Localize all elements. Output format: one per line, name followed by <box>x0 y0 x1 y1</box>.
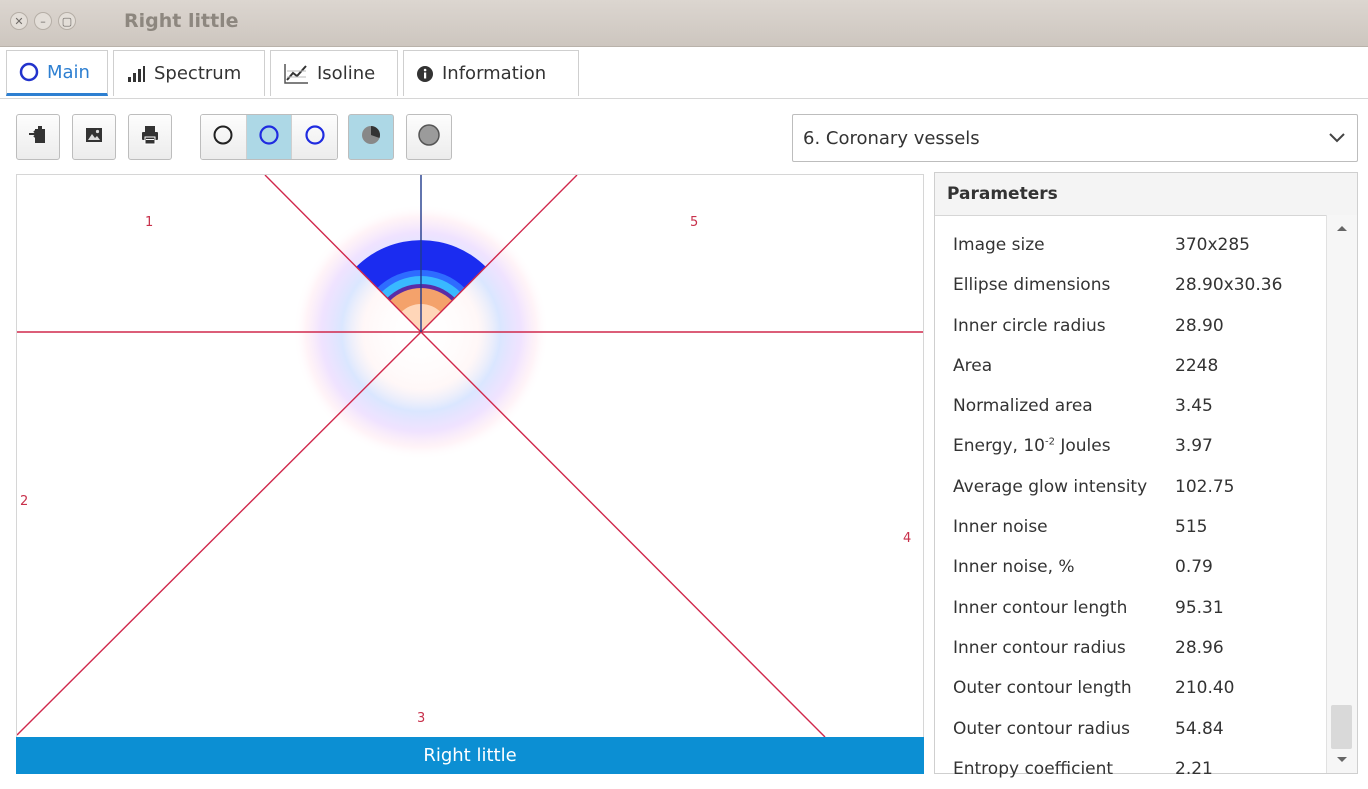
param-value: 102.75 <box>1175 476 1235 497</box>
param-value: 3.97 <box>1175 436 1213 457</box>
sector-label-1: 1 <box>145 215 154 230</box>
tab-isoline-label: Isoline <box>317 63 376 84</box>
param-label: Inner circle radius <box>953 315 1106 336</box>
organ-select[interactable]: 6. Coronary vessels <box>792 114 1358 162</box>
param-value: 28.90 <box>1175 315 1224 336</box>
param-row: Inner circle radius 28.90 <box>935 306 1325 346</box>
export-button[interactable] <box>16 114 60 160</box>
param-row: Outer contour radius 54.84 <box>935 709 1325 749</box>
param-label: Inner noise, % <box>953 557 1075 578</box>
blue-ring-icon <box>258 124 280 150</box>
sector-toggle-button[interactable] <box>348 114 394 160</box>
image-icon <box>85 127 103 147</box>
glow-image <box>17 175 923 738</box>
tab-isoline[interactable]: Isoline <box>270 50 398 96</box>
param-label: Average glow intensity <box>953 476 1148 497</box>
filled-circle-icon <box>417 123 441 151</box>
fill-toggle-button[interactable] <box>406 114 452 160</box>
param-value: 2.21 <box>1175 758 1213 779</box>
param-row: Outer contour length 210.40 <box>935 668 1325 708</box>
minimize-icon[interactable]: – <box>34 12 52 30</box>
sector-label-5: 5 <box>690 215 699 230</box>
scroll-down-icon[interactable] <box>1327 747 1356 773</box>
param-row: Inner noise, % 0.79 <box>935 547 1325 587</box>
print-icon <box>140 125 160 149</box>
sector-label-2: 2 <box>20 494 29 509</box>
param-row: Inner contour length 95.31 <box>935 588 1325 628</box>
param-row: Area 2248 <box>935 346 1325 386</box>
image-caption: Right little <box>423 745 517 766</box>
param-value: 2248 <box>1175 355 1219 376</box>
param-row: Normalized area 3.45 <box>935 386 1325 426</box>
tab-main-label: Main <box>47 61 90 83</box>
scrollbar-thumb[interactable] <box>1331 705 1352 749</box>
image-caption-bar: Right little <box>16 737 924 774</box>
print-button[interactable] <box>128 114 172 160</box>
param-label: Entropy coefficient <box>953 758 1114 779</box>
parameters-title: Parameters <box>935 173 1357 216</box>
param-label: Normalized area <box>953 396 1093 417</box>
black-ring-icon <box>212 124 234 150</box>
param-value: 28.96 <box>1175 637 1224 658</box>
param-value: 95.31 <box>1175 597 1224 618</box>
circle-outline-icon <box>19 62 39 82</box>
param-label: Outer contour radius <box>953 718 1130 739</box>
tab-information[interactable]: Information <box>403 50 579 96</box>
parameters-list: Image size 370x285 Ellipse dimensions 28.9… <box>935 225 1325 789</box>
tab-main[interactable]: Main <box>6 50 108 96</box>
window-title: Right little <box>124 10 239 32</box>
blue-ring-icon <box>304 124 326 150</box>
param-label: Outer contour length <box>953 678 1132 699</box>
export-icon <box>28 125 48 149</box>
param-value: 54.84 <box>1175 718 1224 739</box>
param-label: Inner contour radius <box>953 637 1126 658</box>
param-row: Inner contour radius 28.96 <box>935 628 1325 668</box>
param-label-sup: -2 <box>1044 436 1055 448</box>
ring-mode-group <box>200 114 338 160</box>
param-value: 0.79 <box>1175 557 1213 578</box>
tab-spectrum-label: Spectrum <box>154 63 242 84</box>
parameters-panel: Parameters Image size 370x285 Ellipse dim… <box>934 172 1358 779</box>
close-icon[interactable]: ✕ <box>10 12 28 30</box>
gdv-image-canvas[interactable]: 1 5 2 4 3 <box>16 174 924 774</box>
param-row: Energy, 10-2 Joules 3.97 <box>935 426 1325 466</box>
param-value: 370x285 <box>1175 235 1250 255</box>
info-icon <box>416 65 434 83</box>
ring-mode-blue-button[interactable] <box>291 115 337 159</box>
param-value: 515 <box>1175 517 1208 538</box>
tab-bar: Main Spectrum Isoline Information <box>0 48 1368 99</box>
param-value: 3.45 <box>1175 396 1213 417</box>
param-row: Entropy coefficient 2.21 <box>935 749 1325 789</box>
organ-select-value: 6. Coronary vessels <box>803 127 980 149</box>
param-label: Area <box>953 355 993 376</box>
param-row: Inner noise 515 <box>935 507 1325 547</box>
title-bar: ✕ – ▢ Right little <box>0 0 1368 47</box>
param-value: 210.40 <box>1175 678 1235 699</box>
parameters-scrollbar[interactable] <box>1326 215 1357 773</box>
sector-label-3: 3 <box>417 711 426 726</box>
tab-information-label: Information <box>442 63 547 84</box>
line-chart-icon <box>283 63 309 85</box>
param-row: Image size 370x285 <box>935 225 1325 265</box>
param-label-suffix: Joules <box>1054 436 1111 457</box>
param-label: Image size <box>953 235 1045 255</box>
param-row: Average glow intensity 102.75 <box>935 467 1325 507</box>
pie-sector-icon <box>360 124 382 150</box>
param-label: Inner contour length <box>953 597 1128 618</box>
image-button[interactable] <box>72 114 116 160</box>
chevron-down-icon <box>1327 127 1347 152</box>
ring-mode-black-button[interactable] <box>201 115 246 159</box>
scroll-up-icon[interactable] <box>1327 215 1356 241</box>
param-label: Ellipse dimensions <box>953 275 1111 296</box>
param-value: 28.90x30.36 <box>1175 275 1283 296</box>
param-label: Energy, 10-2 Joules <box>953 436 1111 456</box>
param-row: Ellipse dimensions 28.90x30.36 <box>935 265 1325 305</box>
param-label-text: Energy, 10 <box>953 436 1045 457</box>
param-label: Inner noise <box>953 517 1048 538</box>
tab-spectrum[interactable]: Spectrum <box>113 50 265 96</box>
bar-chart-icon <box>126 65 146 83</box>
ring-mode-blue-selected-button[interactable] <box>245 115 292 159</box>
sector-label-4: 4 <box>903 531 912 546</box>
maximize-icon[interactable]: ▢ <box>58 12 76 30</box>
